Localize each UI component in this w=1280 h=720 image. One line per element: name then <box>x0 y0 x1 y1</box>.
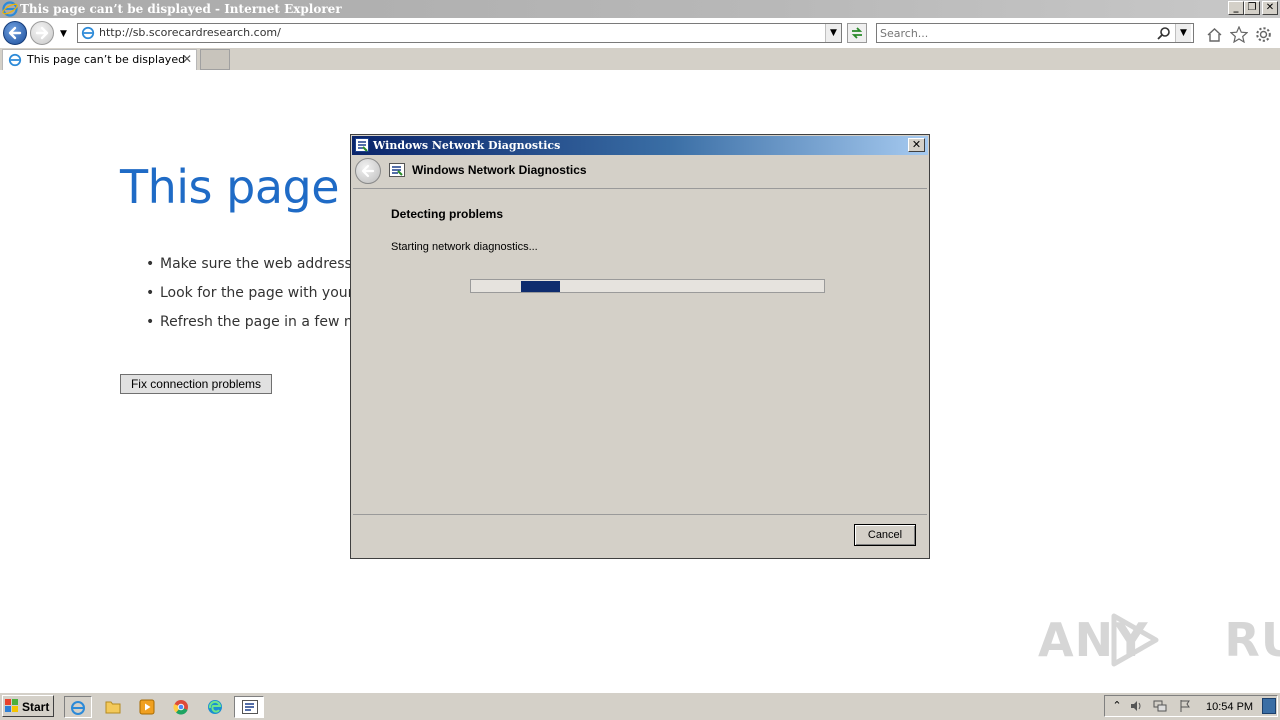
address-url[interactable]: http://sb.scorecardresearch.com/ <box>99 26 281 40</box>
action-center-flag-icon[interactable] <box>1178 699 1192 713</box>
taskbar-network-diagnostics[interactable] <box>234 696 264 718</box>
tab-title[interactable]: This page can’t be displayed <box>27 53 185 67</box>
show-hidden-icons-icon[interactable]: ⌃ <box>1110 699 1124 713</box>
list-item: • Make sure the web address h <box>146 256 366 272</box>
internet-explorer-icon <box>71 701 85 715</box>
internet-explorer-icon <box>8 53 22 67</box>
list-item-text: Make sure the web address h <box>160 256 366 272</box>
folder-icon <box>105 701 121 714</box>
close-button[interactable]: ✕ <box>1262 1 1278 15</box>
forward-arrow-icon <box>35 26 49 40</box>
back-arrow-icon <box>361 164 375 178</box>
chrome-icon <box>173 700 188 715</box>
watermark-text-right: RUN <box>1224 613 1280 667</box>
refresh-button[interactable] <box>847 23 867 43</box>
windows-logo-icon <box>5 699 18 712</box>
taskbar-edge[interactable] <box>201 696 229 718</box>
back-arrow-icon <box>8 26 22 40</box>
refresh-icon <box>851 27 863 39</box>
taskbar-chrome[interactable] <box>167 696 195 718</box>
window-title: This page can’t be displayed - Internet … <box>20 2 342 16</box>
magnifier-icon[interactable] <box>1157 26 1171 40</box>
play-logo-icon <box>1111 613 1159 667</box>
recent-pages-dropdown-icon[interactable]: ▼ <box>60 29 67 39</box>
search-input[interactable] <box>880 25 1150 41</box>
dialog-content-panel <box>353 188 927 515</box>
list-item-text: Refresh the page in a few mi <box>160 314 362 330</box>
dialog-title: Windows Network Diagnostics <box>373 139 561 152</box>
gear-icon[interactable] <box>1255 26 1272 43</box>
list-item: • Look for the page with your <box>146 285 354 301</box>
internet-explorer-icon <box>81 26 95 40</box>
tab-close-icon[interactable]: ✕ <box>182 52 192 66</box>
network-icon[interactable] <box>1153 699 1167 713</box>
network-diagnostics-icon <box>389 163 405 177</box>
progress-marquee-chunk <box>521 281 560 292</box>
star-icon[interactable] <box>1230 26 1248 43</box>
internet-explorer-icon <box>2 1 18 17</box>
list-item: • Refresh the page in a few mi <box>146 314 362 330</box>
list-item-text: Look for the page with your <box>160 285 354 301</box>
fix-connection-problems-button[interactable]: Fix connection problems <box>120 374 272 394</box>
network-diagnostics-icon <box>355 138 369 152</box>
edge-icon <box>208 700 222 714</box>
address-dropdown-icon[interactable]: ▼ <box>825 24 841 42</box>
volume-icon[interactable] <box>1129 699 1143 713</box>
dialog-heading: Detecting problems <box>391 207 504 221</box>
taskbar-explorer[interactable] <box>99 696 127 718</box>
taskbar-internet-explorer[interactable] <box>64 696 92 718</box>
show-desktop-button[interactable] <box>1262 698 1276 714</box>
taskbar-clock[interactable]: 10:54 PM <box>1206 700 1253 714</box>
restore-button[interactable]: ❐ <box>1244 1 1260 15</box>
new-tab-button[interactable] <box>200 49 230 70</box>
taskbar-media-player[interactable] <box>133 696 161 718</box>
dialog-header: Windows Network Diagnostics <box>412 163 587 177</box>
page-title: This page c <box>120 160 378 214</box>
forward-button[interactable] <box>30 21 54 45</box>
dialog-close-button[interactable]: ✕ <box>908 138 925 152</box>
dialog-status-text: Starting network diagnostics... <box>391 241 538 253</box>
media-player-icon <box>139 699 155 715</box>
cancel-button[interactable]: Cancel <box>854 524 916 546</box>
dialog-back-button[interactable] <box>355 158 381 184</box>
network-diagnostics-icon <box>242 700 258 714</box>
back-button[interactable] <box>3 21 27 45</box>
minimize-button[interactable]: _ <box>1228 1 1244 15</box>
search-dropdown-icon[interactable]: ▼ <box>1175 24 1191 42</box>
home-icon[interactable] <box>1206 27 1223 43</box>
